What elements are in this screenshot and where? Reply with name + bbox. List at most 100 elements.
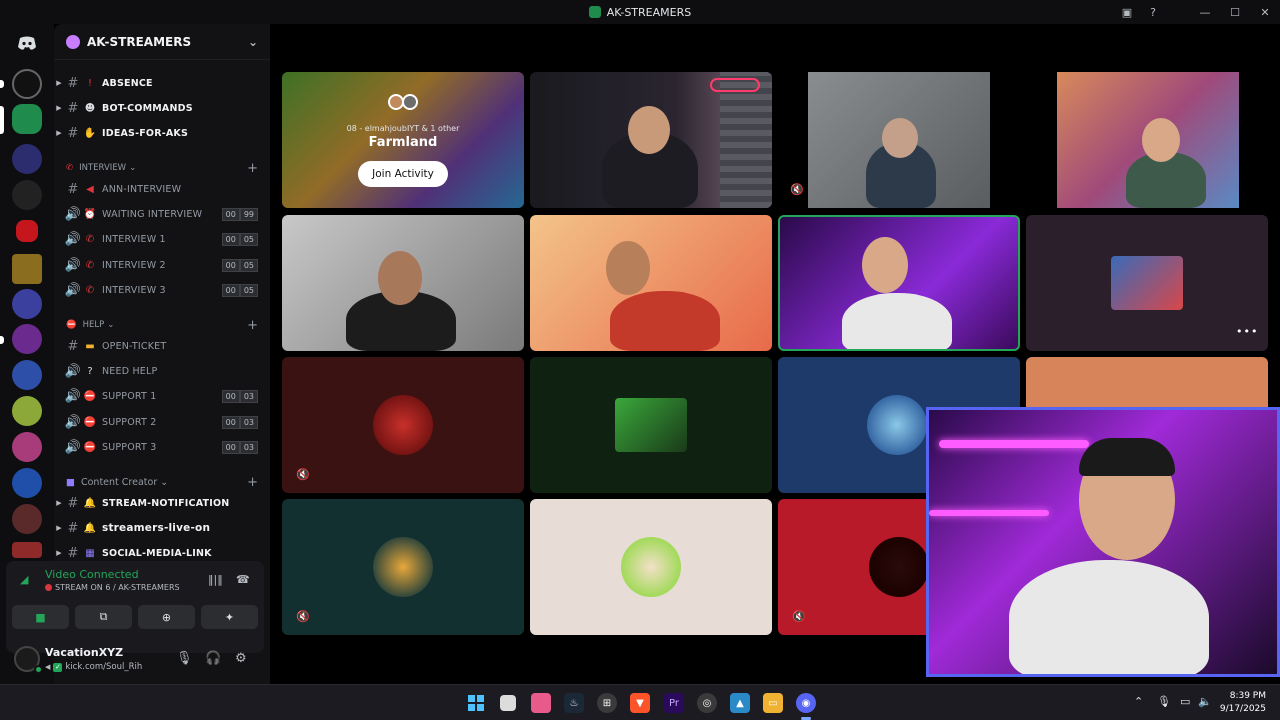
text-channel-icon: #	[67, 181, 79, 197]
camera-button[interactable]: ■	[12, 605, 69, 629]
channel-bot-commands[interactable]: ▶ # ☻ BOT-COMMANDS	[54, 97, 270, 119]
soundboard-button[interactable]: ✦	[201, 605, 258, 629]
discord-window: AK-STREAMERS ▣ ? — ☐ ✕ AK-STREAMERS ⌄ ▶ …	[0, 0, 1280, 720]
discord-taskbar-icon[interactable]: ◉	[796, 693, 816, 713]
collapse-arrow-icon: ▶	[56, 524, 62, 532]
channel-ann-interview[interactable]: # ◀ ANN-INTERVIEW	[54, 178, 270, 200]
channel-support-3[interactable]: 🔊 ⛔ SUPPORT 3 00 03	[54, 436, 270, 458]
premiere-icon[interactable]: Pr	[664, 693, 684, 713]
channel-social-media-link[interactable]: ▶ # ▦ SOCIAL-MEDIA-LINK	[54, 542, 270, 561]
channel-need-help[interactable]: 🔊 ? NEED HELP	[54, 360, 270, 382]
file-explorer-icon[interactable]: ▭	[763, 693, 783, 713]
text-channel-icon: #	[67, 125, 79, 141]
minimize-button[interactable]: —	[1190, 0, 1220, 24]
voice-channel-name[interactable]: STREAM ON 6 / AK-STREAMERS	[55, 583, 180, 592]
create-channel-icon[interactable]: +	[247, 475, 258, 490]
channel-absence[interactable]: ▶ # ! ABSENCE	[54, 72, 270, 94]
avatar	[373, 537, 433, 597]
brave-icon[interactable]: ▼	[630, 693, 650, 713]
server-shield[interactable]	[12, 504, 42, 534]
server-vacation[interactable]	[12, 69, 42, 99]
channel-interview-1[interactable]: 🔊 ✆ INTERVIEW 1 00 05	[54, 228, 270, 250]
activity-button[interactable]: ⊕	[138, 605, 195, 629]
channel-support-1[interactable]: 🔊 ⛔ SUPPORT 1 00 03	[54, 385, 270, 407]
username[interactable]: VacationXYZ	[45, 646, 123, 659]
avatar-tile-8[interactable]: 🔇	[282, 357, 524, 493]
app-icon[interactable]: ⊞	[597, 693, 617, 713]
signal-icon[interactable]: ◢	[20, 573, 28, 586]
network-icon[interactable]: ▭	[1180, 695, 1190, 708]
system-clock[interactable]: 8:39 PM 9/17/2025	[1220, 690, 1266, 716]
video-tile-3[interactable]	[1026, 72, 1268, 208]
server-pink[interactable]	[12, 432, 42, 462]
channel-support-2[interactable]: 🔊 ⛔ SUPPORT 2 00 03	[54, 411, 270, 433]
self-camera-preview[interactable]	[926, 407, 1280, 677]
channel-stream-notification[interactable]: ▶ # 🔔 STREAM-NOTIFICATION	[54, 492, 270, 514]
server-purple[interactable]	[12, 324, 42, 354]
microphone-tray-icon[interactable]: 🎙	[1157, 695, 1171, 708]
server-new[interactable]	[12, 468, 42, 498]
channel-ideas-for-aks[interactable]: ▶ # ✋ IDEAS-FOR-AKS	[54, 122, 270, 144]
settings-gear-icon[interactable]: ⚙	[235, 651, 247, 666]
video-tile-1[interactable]	[530, 72, 772, 208]
microphone-icon[interactable]: 🎙	[176, 651, 193, 666]
avatar	[615, 398, 687, 452]
channel-open-ticket[interactable]: # ▬ OPEN-TICKET	[54, 335, 270, 357]
headphones-icon[interactable]: 🎧	[205, 651, 221, 666]
server-neon[interactable]	[12, 360, 42, 390]
photos-icon[interactable]: ▲	[730, 693, 750, 713]
phone-icon: ✆	[85, 284, 95, 296]
speaker-icon: ◀	[45, 663, 51, 671]
server-gold[interactable]	[12, 254, 42, 284]
activity-tile-farmland[interactable]: 08 - elmahjoubIYT & 1 other Farmland Joi…	[282, 72, 524, 208]
title-bar-controls: ▣ ? — ☐ ✕	[1114, 0, 1280, 24]
disconnect-icon[interactable]: ☎	[236, 573, 250, 586]
voice-channel-info: STREAM ON 6 / AK-STREAMERS	[45, 583, 180, 592]
voice-status-text[interactable]: Video Connected	[45, 568, 139, 581]
create-channel-icon[interactable]: +	[247, 318, 258, 333]
category-interview[interactable]: ✆ INTERVIEW ⌄ +	[54, 159, 270, 177]
screen-share-button[interactable]: ⧉	[75, 605, 132, 629]
video-tile-2[interactable]: 🔇	[778, 72, 1020, 208]
avatar-tile-13[interactable]	[530, 499, 772, 635]
more-options-icon[interactable]: •••	[1236, 325, 1258, 341]
steam-icon[interactable]: ♨	[564, 693, 584, 713]
noise-suppression-icon[interactable]: ‖|‖	[208, 573, 223, 586]
chevron-down-icon: ⌄	[247, 34, 258, 49]
volume-icon[interactable]: 🔈	[1198, 695, 1212, 708]
obs-icon[interactable]: ◎	[697, 693, 717, 713]
avatar-tile-7[interactable]: •••	[1026, 215, 1268, 351]
maximize-button[interactable]: ☐	[1220, 0, 1250, 24]
task-view-icon[interactable]	[500, 695, 516, 711]
join-activity-button[interactable]: Join Activity	[358, 161, 448, 187]
avatar-tile-9[interactable]	[530, 357, 772, 493]
snipping-tool-icon[interactable]	[531, 693, 551, 713]
video-tile-5[interactable]	[530, 215, 772, 351]
channel-interview-2[interactable]: 🔊 ✆ INTERVIEW 2 00 05	[54, 254, 270, 276]
server-mission-ponn[interactable]	[12, 144, 42, 174]
start-button[interactable]	[466, 693, 486, 713]
close-button[interactable]: ✕	[1250, 0, 1280, 24]
category-content-creator[interactable]: ■ Content Creator ⌄ +	[54, 473, 270, 491]
help-icon[interactable]: ?	[1140, 0, 1166, 24]
discord-home-icon[interactable]	[12, 28, 42, 58]
server-blue[interactable]	[12, 289, 42, 319]
category-help[interactable]: ⛔ HELP ⌄ +	[54, 316, 270, 334]
inbox-icon[interactable]: ▣	[1114, 0, 1140, 24]
server-red[interactable]	[16, 220, 38, 242]
channel-waiting-interview[interactable]: 🔊 ⏰ WAITING INTERVIEW 00 99	[54, 203, 270, 225]
video-tile-6-speaking[interactable]	[778, 215, 1020, 351]
check-icon: ✓	[53, 662, 63, 672]
channel-interview-3[interactable]: 🔊 ✆ INTERVIEW 3 00 05	[54, 279, 270, 301]
user-count: 00 05	[221, 283, 258, 297]
create-channel-icon[interactable]: +	[247, 161, 258, 176]
server-casa-nostra[interactable]	[12, 180, 42, 210]
server-ak-streamers[interactable]	[12, 104, 42, 134]
avatar-tile-12[interactable]: 🔇	[282, 499, 524, 635]
server-green-badge[interactable]	[12, 396, 42, 426]
chevron-up-icon[interactable]: ⌃	[1134, 695, 1143, 708]
video-tile-4[interactable]	[282, 215, 524, 351]
channel-streamers-live-on[interactable]: ▶ # 🔔 streamers-live-on	[54, 517, 270, 539]
server-partial[interactable]	[12, 542, 42, 558]
guild-header[interactable]: AK-STREAMERS ⌄	[54, 24, 270, 60]
